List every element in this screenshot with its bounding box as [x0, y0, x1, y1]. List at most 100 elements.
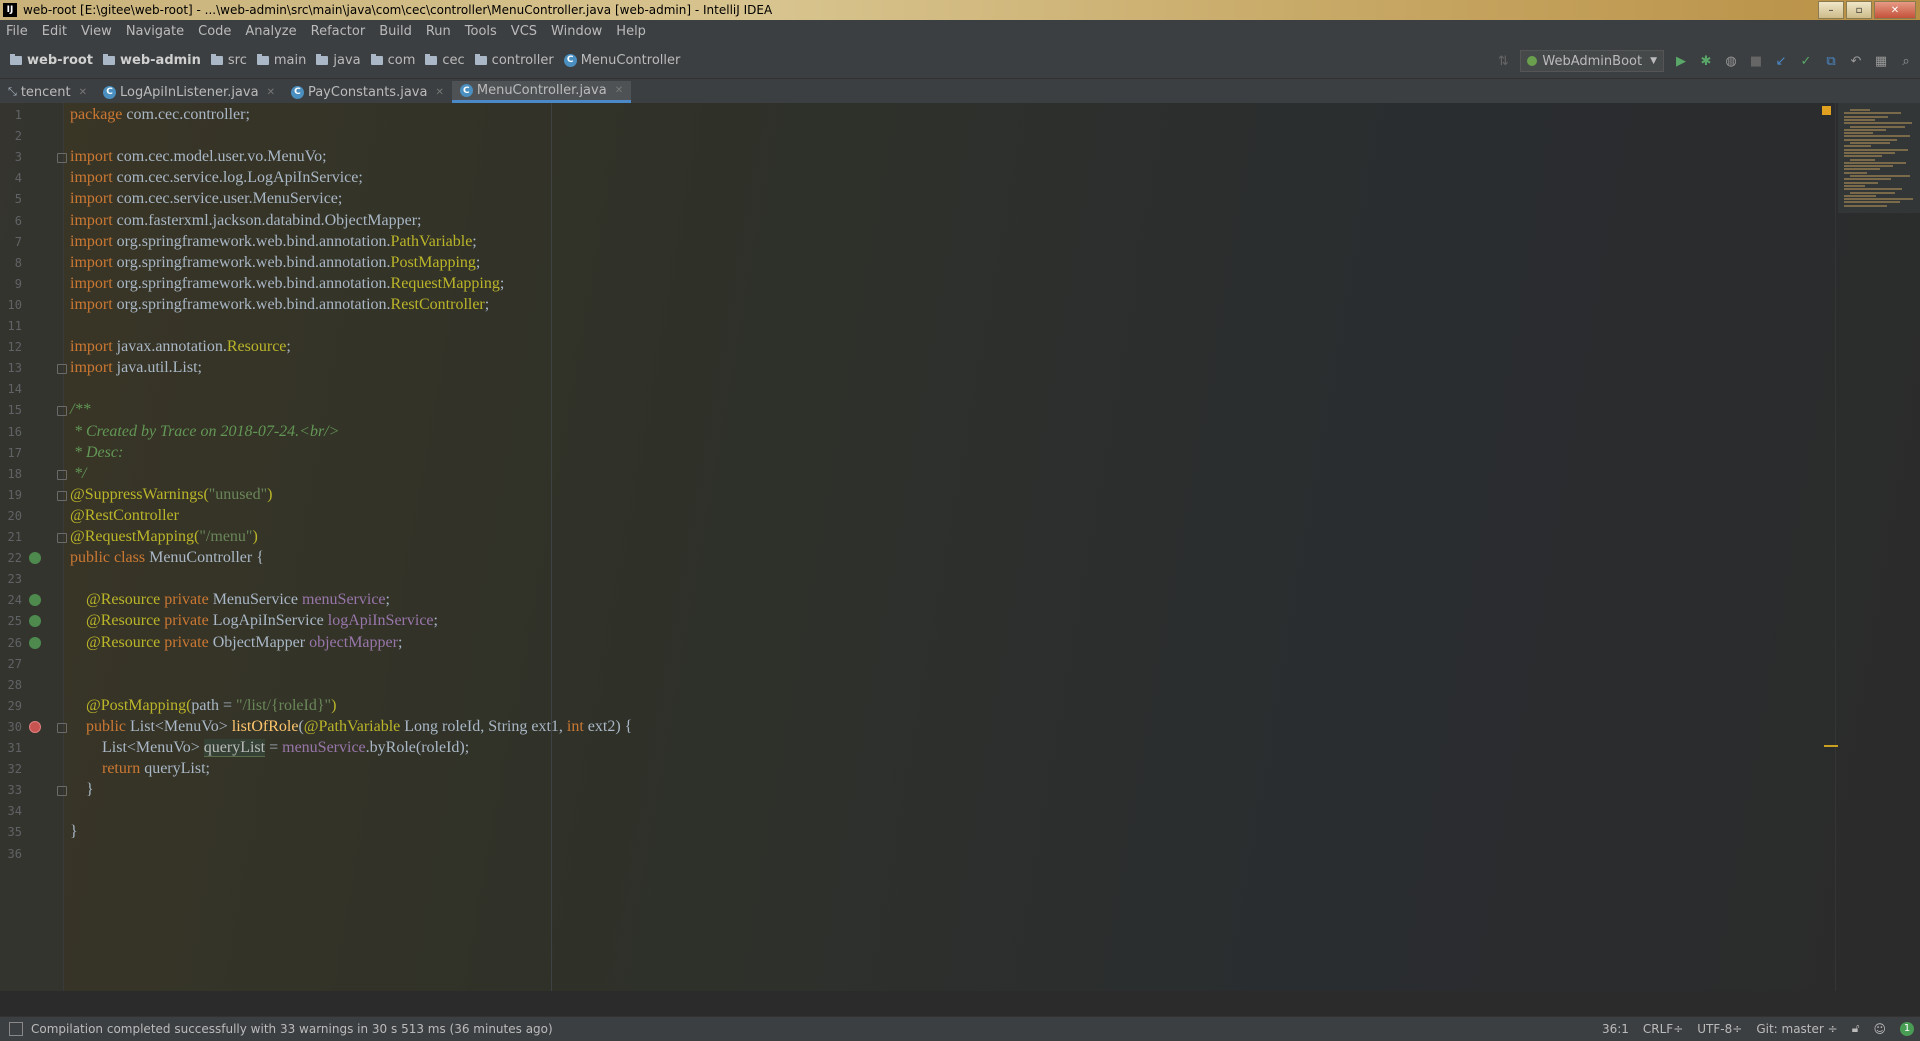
fold-toggle-icon[interactable]: [57, 722, 67, 733]
code-line[interactable]: import com.cec.service.user.MenuService;: [70, 188, 342, 209]
menu-run[interactable]: Run: [419, 24, 458, 39]
menu-view[interactable]: View: [74, 24, 119, 39]
line-number[interactable]: 4: [0, 171, 22, 185]
code-line[interactable]: import com.cec.model.user.vo.MenuVo;: [70, 146, 327, 167]
minimize-button[interactable]: –: [1818, 1, 1844, 19]
revert-icon[interactable]: ↶: [1848, 53, 1864, 69]
breadcrumb-item-controller[interactable]: controller: [474, 53, 554, 68]
menu-window[interactable]: Window: [544, 24, 609, 39]
tab-payconstants-java[interactable]: C PayConstants.java ✕: [283, 81, 452, 103]
breadcrumb-item-cec[interactable]: cec: [425, 53, 465, 68]
menu-analyze[interactable]: Analyze: [238, 24, 303, 39]
line-number[interactable]: 23: [0, 572, 22, 586]
line-number[interactable]: 10: [0, 298, 22, 312]
menu-navigate[interactable]: Navigate: [119, 24, 191, 39]
project-structure-icon[interactable]: ▦: [1873, 53, 1889, 69]
fold-toggle-icon[interactable]: [57, 533, 67, 543]
run-configuration-select[interactable]: WebAdminBoot ▼: [1520, 50, 1664, 72]
code-line[interactable]: import com.cec.service.log.LogApiInServi…: [70, 167, 363, 188]
breadcrumb-item-main[interactable]: main: [256, 53, 306, 68]
line-number[interactable]: 25: [0, 614, 22, 628]
code-line[interactable]: import org.springframework.web.bind.anno…: [70, 231, 477, 252]
code-line[interactable]: public List<MenuVo> listOfRole(@PathVari…: [70, 716, 632, 737]
breadcrumb-item-com[interactable]: com: [370, 53, 415, 68]
breadcrumb-item-src[interactable]: src: [210, 53, 247, 68]
line-number[interactable]: 3: [0, 150, 22, 164]
code-line[interactable]: package com.cec.controller;: [70, 104, 250, 125]
line-number[interactable]: 12: [0, 340, 22, 354]
code-line[interactable]: return queryList;: [70, 758, 210, 779]
code-line[interactable]: @PostMapping(path = "/list/{roleId}"): [70, 695, 336, 716]
line-number[interactable]: 29: [0, 699, 22, 713]
close-tab-icon[interactable]: ✕: [615, 85, 623, 96]
code-line[interactable]: @Resource private MenuService menuServic…: [70, 589, 390, 610]
code-line[interactable]: import org.springframework.web.bind.anno…: [70, 273, 504, 294]
line-number[interactable]: 16: [0, 425, 22, 439]
breadcrumb-item-menucontroller[interactable]: C MenuController: [563, 53, 680, 68]
line-number[interactable]: 35: [0, 825, 22, 839]
line-number[interactable]: 18: [0, 467, 22, 481]
line-number[interactable]: 6: [0, 214, 22, 228]
event-log-badge[interactable]: 1: [1900, 1021, 1914, 1036]
line-number[interactable]: 26: [0, 636, 22, 650]
line-number[interactable]: 8: [0, 256, 22, 270]
code-line[interactable]: */: [70, 463, 86, 484]
inspector-icon[interactable]: ☺︎: [1873, 1022, 1886, 1036]
maximize-button[interactable]: ▫: [1846, 1, 1872, 19]
line-number[interactable]: 14: [0, 382, 22, 396]
breadcrumb-item-java[interactable]: java: [316, 53, 361, 68]
code-line[interactable]: @Resource private LogApiInService logApi…: [70, 610, 438, 631]
line-number[interactable]: 27: [0, 657, 22, 671]
fold-toggle-icon[interactable]: [57, 490, 67, 501]
code-line[interactable]: @Resource private ObjectMapper objectMap…: [70, 632, 402, 653]
line-number[interactable]: 28: [0, 678, 22, 692]
code-line[interactable]: * Created by Trace on 2018-07-24.<br/>: [70, 421, 339, 442]
debug-icon[interactable]: ✱: [1698, 53, 1714, 69]
line-number[interactable]: 30: [0, 720, 22, 734]
tab-menucontroller-java[interactable]: C MenuController.java ✕: [451, 81, 632, 103]
line-number[interactable]: 9: [0, 277, 22, 291]
code-line[interactable]: }: [70, 821, 78, 842]
line-number[interactable]: 34: [0, 804, 22, 818]
line-number[interactable]: 22: [0, 551, 22, 565]
search-icon[interactable]: ⌕: [1898, 53, 1914, 69]
code-line[interactable]: import org.springframework.web.bind.anno…: [70, 252, 480, 273]
line-number[interactable]: 33: [0, 783, 22, 797]
code-line[interactable]: /**: [70, 399, 90, 420]
line-number[interactable]: 19: [0, 488, 22, 502]
build-project-icon[interactable]: ⇅: [1495, 53, 1511, 69]
line-number[interactable]: 7: [0, 235, 22, 249]
spring-bean-icon[interactable]: [29, 594, 41, 607]
code-minimap[interactable]: [1838, 103, 1920, 213]
run-icon[interactable]: ▶: [1673, 53, 1689, 69]
fold-toggle-icon[interactable]: [57, 786, 67, 797]
menu-code[interactable]: Code: [191, 24, 238, 39]
menu-tools[interactable]: Tools: [458, 24, 504, 39]
breadcrumb-item-web-admin[interactable]: web-admin: [103, 53, 201, 68]
code-line[interactable]: @SuppressWarnings("unused"): [70, 484, 272, 505]
close-tab-icon[interactable]: ✕: [435, 87, 443, 98]
line-number[interactable]: 13: [0, 361, 22, 375]
code-line[interactable]: * Desc:: [70, 442, 123, 463]
tab-logapiinlistener-java[interactable]: C LogApiInListener.java ✕: [95, 81, 283, 103]
fold-toggle-icon[interactable]: [57, 406, 67, 417]
line-number[interactable]: 17: [0, 446, 22, 460]
menu-refactor[interactable]: Refactor: [304, 24, 373, 39]
tool-windows-icon[interactable]: [9, 1022, 23, 1036]
spring-bean-icon[interactable]: [29, 636, 41, 649]
code-line[interactable]: List<MenuVo> queryList = menuService.byR…: [70, 737, 469, 758]
line-number[interactable]: 24: [0, 593, 22, 607]
code-line[interactable]: import java.util.List;: [70, 357, 202, 378]
warning-marker[interactable]: [1824, 745, 1838, 747]
line-number[interactable]: 2: [0, 129, 22, 143]
spring-bean-icon[interactable]: [29, 552, 41, 565]
vcs-compare-icon[interactable]: ⧉: [1823, 53, 1839, 69]
code-line[interactable]: }: [70, 779, 94, 800]
line-number[interactable]: 32: [0, 762, 22, 776]
menu-vcs[interactable]: VCS: [504, 24, 544, 39]
lock-icon[interactable]: 🔓︎: [1852, 1021, 1860, 1036]
close-button[interactable]: ✕: [1874, 1, 1916, 19]
close-tab-icon[interactable]: ✕: [267, 87, 275, 98]
menu-build[interactable]: Build: [372, 24, 419, 39]
code-line[interactable]: import javax.annotation.Resource;: [70, 336, 291, 357]
